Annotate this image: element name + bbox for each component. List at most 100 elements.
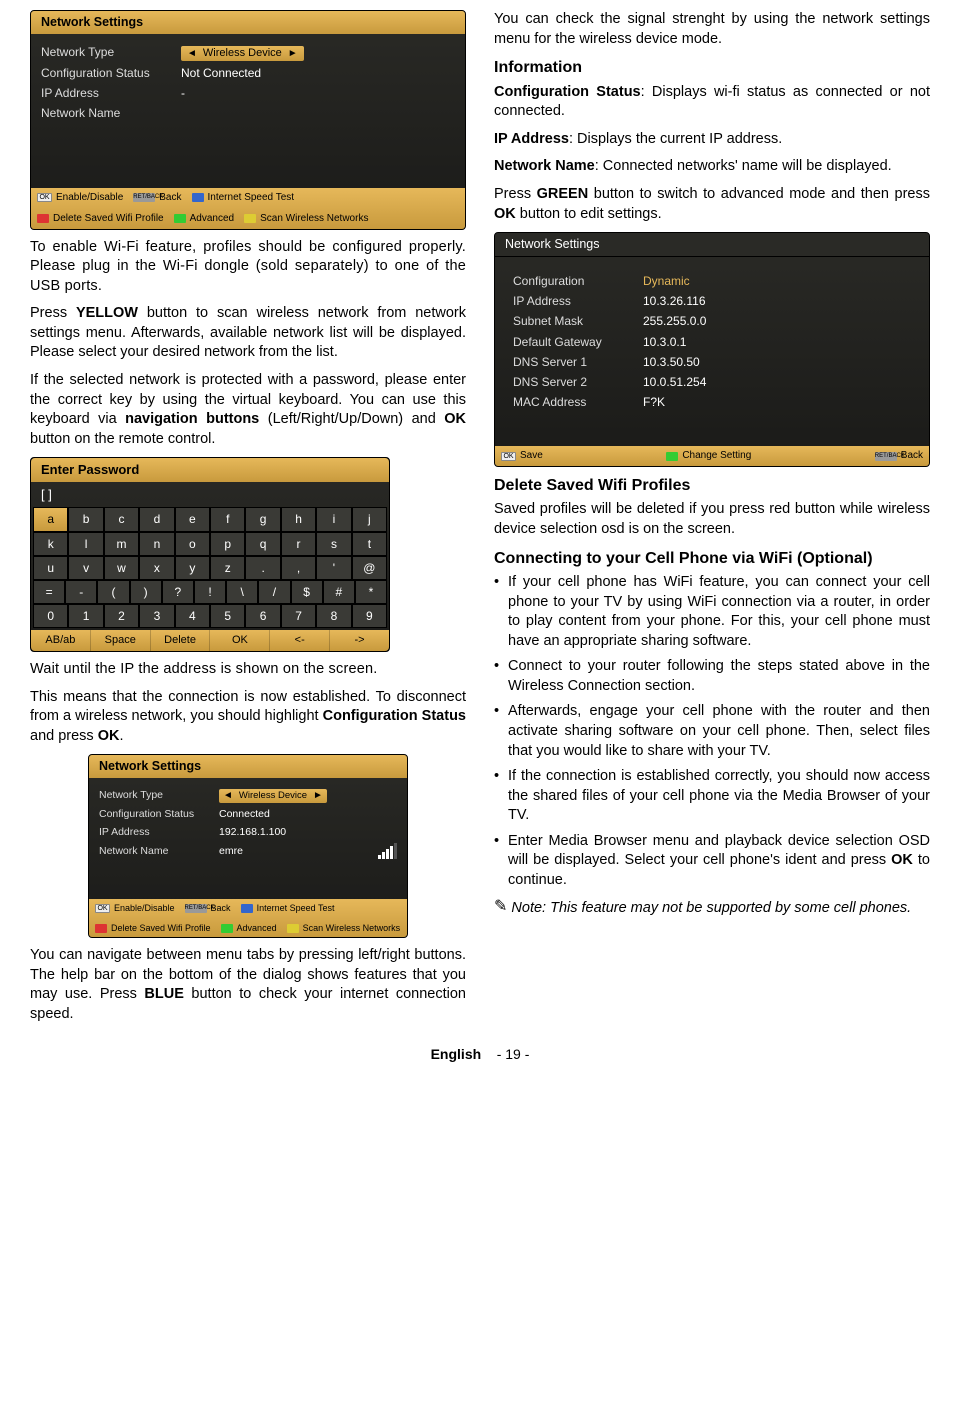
keyboard-key[interactable]: z [210, 556, 245, 580]
network-name-value: emre [219, 844, 368, 858]
note: ✎ Note: This feature may not be supporte… [494, 899, 930, 919]
row-label: IP Address [513, 293, 633, 309]
keyboard-key[interactable]: . [245, 556, 280, 580]
hint-label: Back [211, 902, 231, 914]
keyboard-action-key[interactable]: AB/ab [31, 630, 91, 651]
hint-label: Advanced [237, 922, 277, 934]
keyboard-action-key[interactable]: Delete [151, 630, 211, 651]
red-key-icon [37, 214, 49, 223]
keyboard-key[interactable]: 0 [33, 604, 68, 628]
ok-key-icon: OK [501, 452, 516, 461]
keyboard-key[interactable]: 6 [245, 604, 280, 628]
keyboard-key[interactable]: ' [316, 556, 351, 580]
body-text: Press YELLOW button to scan wireless net… [30, 304, 466, 363]
keyboard-key[interactable]: - [65, 580, 97, 604]
keyboard-key[interactable]: j [352, 507, 387, 531]
keyboard-key[interactable]: 2 [104, 604, 139, 628]
dns2-value: 10.0.51.254 [643, 374, 911, 390]
keyboard-key[interactable]: l [68, 532, 103, 556]
keyboard-key[interactable]: r [281, 532, 316, 556]
keyboard-key[interactable]: c [104, 507, 139, 531]
row-label: IP Address [99, 825, 209, 839]
hint-label: Delete Saved Wifi Profile [111, 922, 211, 934]
keyboard-key[interactable]: 4 [175, 604, 210, 628]
ok-key-icon: OK [95, 904, 110, 913]
keyboard-key[interactable]: 3 [139, 604, 174, 628]
keyboard-key[interactable]: ( [97, 580, 129, 604]
keyboard-key[interactable]: w [104, 556, 139, 580]
keyboard-key[interactable]: x [139, 556, 174, 580]
keyboard-key[interactable]: 7 [281, 604, 316, 628]
yellow-key-icon [287, 924, 299, 933]
note-icon: ✎ [494, 899, 507, 915]
keyboard-key[interactable]: e [175, 507, 210, 531]
keyboard-key[interactable]: * [355, 580, 387, 604]
keyboard-action-key[interactable]: Space [91, 630, 151, 651]
keyboard-key[interactable]: 8 [316, 604, 351, 628]
keyboard-key[interactable]: p [210, 532, 245, 556]
panel-title: Network Settings [31, 11, 465, 34]
keyboard-key[interactable]: h [281, 507, 316, 531]
heading-cell-phone: Connecting to your Cell Phone via WiFi (… [494, 548, 930, 570]
keyboard-key[interactable]: f [210, 507, 245, 531]
row-label: Network Type [99, 788, 209, 802]
keyboard-key[interactable]: ) [130, 580, 162, 604]
hint-label: Internet Speed Test [257, 902, 335, 914]
keyboard-key[interactable]: @ [352, 556, 387, 580]
keyboard-key[interactable]: m [104, 532, 139, 556]
list-item: If your cell phone has WiFi feature, you… [494, 573, 930, 651]
keyboard-key[interactable]: q [245, 532, 280, 556]
keyboard-action-key[interactable]: <- [270, 630, 330, 651]
keyboard-key[interactable]: a [33, 507, 68, 531]
hint-label: Scan Wireless Networks [303, 922, 401, 934]
keyboard-key[interactable]: n [139, 532, 174, 556]
ip-value: 192.168.1.100 [219, 825, 397, 839]
hint-bar: OKEnable/Disable RET/BACKBack Internet S… [89, 899, 407, 937]
keyboard-key[interactable]: u [33, 556, 68, 580]
keyboard-key[interactable]: $ [291, 580, 323, 604]
keyboard-key[interactable]: s [316, 532, 351, 556]
network-settings-panel-1: Network Settings Network Type ◄ Wireless… [30, 10, 466, 230]
body-text: IP Address: Displays the current IP addr… [494, 130, 930, 150]
body-text: You can check the signal strenght by usi… [494, 10, 930, 49]
keyboard-key[interactable]: = [33, 580, 65, 604]
keyboard-key[interactable]: 5 [210, 604, 245, 628]
green-key-icon [666, 452, 678, 461]
keyboard-title: Enter Password [41, 461, 139, 479]
keyboard-key[interactable]: / [258, 580, 290, 604]
body-text: Press GREEN button to switch to advanced… [494, 185, 930, 224]
keyboard-key[interactable]: 9 [352, 604, 387, 628]
keyboard-key[interactable]: o [175, 532, 210, 556]
green-key-icon [174, 214, 186, 223]
keyboard-key[interactable]: \ [226, 580, 258, 604]
network-settings-panel-2: Network Settings Network Type ◄ Wireless… [88, 754, 408, 938]
keyboard-key[interactable]: k [33, 532, 68, 556]
page-footer: English - 19 - [30, 1045, 930, 1064]
config-status-value: Not Connected [181, 65, 455, 81]
keyboard-action-key[interactable]: -> [330, 630, 389, 651]
virtual-keyboard: Enter Password [ ] abcdefghijklmnopqrstu… [30, 457, 390, 652]
hint-label: Back [159, 191, 181, 205]
keyboard-action-key[interactable]: OK [210, 630, 270, 651]
keyboard-key[interactable]: 1 [68, 604, 103, 628]
network-type-selector[interactable]: ◄ Wireless Device ► [181, 46, 304, 61]
hint-label: Back [901, 449, 923, 463]
keyboard-key[interactable]: i [316, 507, 351, 531]
row-label: Subnet Mask [513, 313, 633, 329]
network-type-value: Wireless Device [203, 46, 282, 61]
keyboard-key[interactable]: ! [194, 580, 226, 604]
keyboard-key[interactable]: d [139, 507, 174, 531]
hint-label: Internet Speed Test [208, 191, 295, 205]
keyboard-key[interactable]: v [68, 556, 103, 580]
keyboard-key[interactable]: # [323, 580, 355, 604]
network-type-selector[interactable]: ◄ Wireless Device ► [219, 789, 327, 803]
hint-label: Change Setting [682, 449, 751, 463]
heading-delete-profiles: Delete Saved Wifi Profiles [494, 475, 930, 497]
keyboard-key[interactable]: t [352, 532, 387, 556]
keyboard-key[interactable]: , [281, 556, 316, 580]
keyboard-key[interactable]: ? [162, 580, 194, 604]
keyboard-key[interactable]: g [245, 507, 280, 531]
keyboard-key[interactable]: b [68, 507, 103, 531]
keyboard-key[interactable]: y [175, 556, 210, 580]
hint-label: Save [520, 449, 543, 463]
